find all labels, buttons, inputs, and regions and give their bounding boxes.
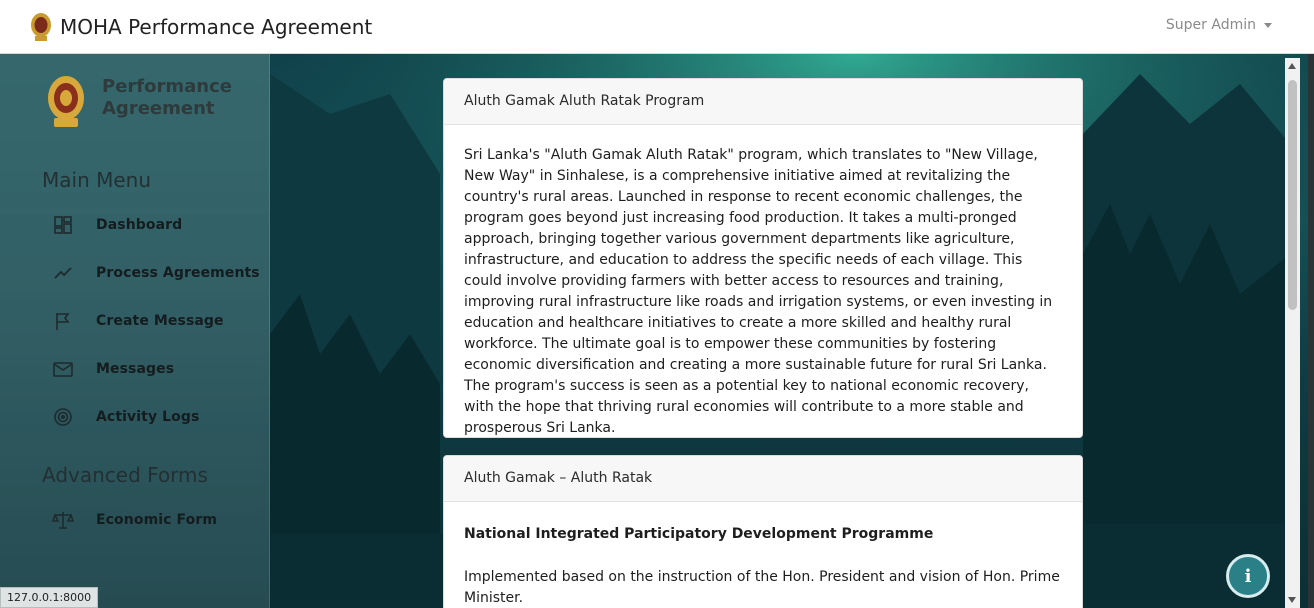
national-emblem-icon <box>31 12 51 41</box>
sidebar-item-label: Process Agreements <box>96 265 260 281</box>
scroll-down-arrow-icon[interactable] <box>1288 597 1296 603</box>
card-body: National Integrated Participatory Develo… <box>444 502 1082 608</box>
sidebar-item-create-message[interactable]: Create Message <box>52 310 224 332</box>
sidebar-item-label: Economic Form <box>96 512 218 528</box>
sidebar-item-activity-logs[interactable]: Activity Logs <box>52 406 199 428</box>
status-bar-url: 127.0.0.1:8000 <box>0 587 99 608</box>
trend-line-icon <box>52 262 74 284</box>
scrollbar-thumb[interactable] <box>1288 80 1297 310</box>
sidebar-item-label: Create Message <box>96 313 224 329</box>
user-menu-dropdown[interactable]: Super Admin <box>1166 17 1272 33</box>
sidebar-item-process-agreements[interactable]: Process Agreements <box>52 262 260 284</box>
app-title: MOHA Performance Agreement <box>60 14 373 39</box>
sidebar-item-messages[interactable]: Messages <box>52 358 174 380</box>
section-main-menu: Main Menu <box>42 168 152 192</box>
dashboard-icon <box>52 214 74 236</box>
user-name: Super Admin <box>1165 17 1256 33</box>
sidebar-brand-title: Performance Agreement <box>102 76 232 119</box>
card-header: Aluth Gamak Aluth Ratak Program <box>444 79 1082 125</box>
card-header: Aluth Gamak – Aluth Ratak <box>444 456 1082 502</box>
sidebar: Performance Agreement Main Menu Dashboar… <box>0 54 270 608</box>
chevron-down-icon <box>1264 22 1272 28</box>
page-scrollbar[interactable] <box>1285 58 1300 608</box>
card-subheading: National Integrated Participatory Develo… <box>464 526 934 542</box>
card-body: Sri Lanka's "Aluth Gamak Aluth Ratak" pr… <box>464 147 1053 436</box>
scroll-up-arrow-icon[interactable] <box>1288 63 1296 69</box>
info-button[interactable]: i <box>1226 554 1270 598</box>
program-card: Aluth Gamak – Aluth Ratak National Integ… <box>443 455 1083 608</box>
window-edge <box>1308 0 1314 608</box>
flag-icon <box>52 310 74 332</box>
sidebar-item-label: Activity Logs <box>96 409 200 425</box>
section-advanced-forms: Advanced Forms <box>42 463 208 487</box>
card-text: Implemented based on the instruction of … <box>464 569 1060 606</box>
sidebar-item-label: Dashboard <box>96 217 183 233</box>
target-icon <box>52 406 74 428</box>
program-card: Aluth Gamak Aluth Ratak Program Sri Lank… <box>443 78 1083 438</box>
sidebar-item-dashboard[interactable]: Dashboard <box>52 214 182 236</box>
info-icon: i <box>1244 565 1252 587</box>
sidebar-brand[interactable]: Performance Agreement <box>46 74 232 130</box>
sidebar-item-label: Messages <box>96 361 175 377</box>
envelope-icon <box>52 358 74 380</box>
sidebar-item-economic-form[interactable]: Economic Form <box>52 509 217 531</box>
scale-icon <box>52 509 74 531</box>
top-navbar: MOHA Performance Agreement Super Admin <box>0 0 1314 54</box>
national-emblem-icon <box>48 76 84 127</box>
